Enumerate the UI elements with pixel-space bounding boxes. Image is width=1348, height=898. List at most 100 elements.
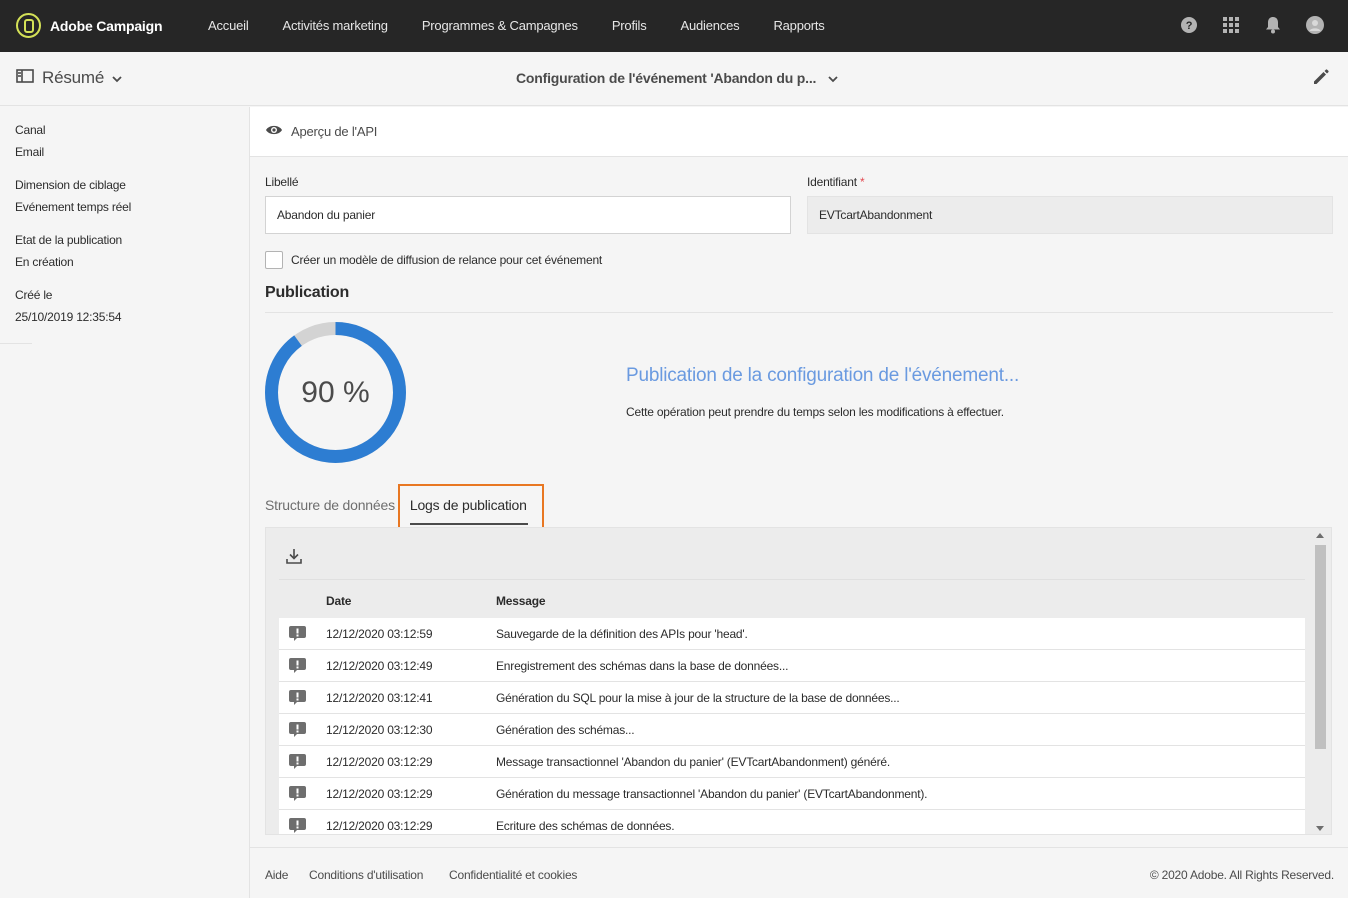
api-preview-label: Aperçu de l'API xyxy=(291,124,378,139)
relance-template-checkbox-row[interactable]: Créer un modèle de diffusion de relance … xyxy=(265,251,602,269)
warning-message-icon xyxy=(289,690,306,705)
publication-status-title: Publication de la configuration de l'évé… xyxy=(626,365,1020,386)
column-header-message[interactable]: Message xyxy=(496,594,545,608)
field-value: Email xyxy=(15,145,45,159)
field-dimension-ciblage: Dimension de ciblage Evénement temps rée… xyxy=(15,174,131,218)
warning-message-icon xyxy=(289,754,306,769)
copyright: © 2020 Adobe. All Rights Reserved. xyxy=(1149,868,1334,882)
log-message: Ecriture des schémas de données. xyxy=(496,819,675,833)
resume-label: Résumé xyxy=(42,68,105,87)
publication-logs-panel: Date Message 12/12/2020 03:12:59 Sauvegar… xyxy=(265,527,1332,835)
checkbox-label: Créer un modèle de diffusion de relance … xyxy=(291,253,603,267)
table-row[interactable]: 12/12/2020 03:12:29 Message transactionne… xyxy=(279,746,1305,778)
field-etat-publication: Etat de la publication En création xyxy=(15,229,122,273)
page-title-dropdown[interactable]: Configuration de l'événement 'Abandon du… xyxy=(516,70,838,86)
field-label: Etat de la publication xyxy=(15,233,123,247)
top-navigation-bar: Adobe Campaign Accueil Activités marketi… xyxy=(0,0,1348,52)
log-message: Sauvegarde de la définition des APIs pou… xyxy=(496,627,748,641)
log-message: Message transactionnel 'Abandon du panie… xyxy=(496,755,890,769)
log-message: Génération du SQL pour la mise à jour de… xyxy=(496,691,900,705)
tab-structure-donnees[interactable]: Structure de données xyxy=(265,485,395,521)
scrollbar-thumb[interactable] xyxy=(1315,545,1326,749)
summary-sidebar: Canal Email Dimension de ciblage Evéneme… xyxy=(0,107,250,898)
logs-table-header: Date Message xyxy=(279,579,1305,617)
field-value: Evénement temps réel xyxy=(15,200,132,214)
table-row[interactable]: 12/12/2020 03:12:49 Enregistrement des sc… xyxy=(279,650,1305,682)
download-icon[interactable] xyxy=(286,548,302,567)
divider xyxy=(265,312,1333,313)
column-header-date[interactable]: Date xyxy=(326,594,351,608)
progress-percent: 90 % xyxy=(301,375,370,409)
log-message: Enregistrement des schémas dans la base … xyxy=(496,659,789,673)
log-date: 12/12/2020 03:12:59 xyxy=(326,627,433,641)
log-date: 12/12/2020 03:12:49 xyxy=(326,659,433,673)
notifications-bell-icon[interactable] xyxy=(1264,16,1282,34)
help-icon[interactable]: ? xyxy=(1180,16,1198,34)
field-cree-le: Créé le 25/10/2019 12:35:54 xyxy=(15,284,122,328)
divider xyxy=(0,343,32,344)
warning-message-icon xyxy=(289,626,306,641)
chevron-down-icon xyxy=(112,68,122,88)
field-value: En création xyxy=(15,255,74,269)
table-row[interactable]: 12/12/2020 03:12:59 Sauvegarde de la défi… xyxy=(279,618,1305,650)
footer-link-conditions[interactable]: Conditions d'utilisation xyxy=(309,868,423,882)
scrollbar[interactable] xyxy=(1313,533,1326,831)
field-canal: Canal Email xyxy=(15,119,46,163)
adobe-campaign-logo-icon[interactable] xyxy=(16,13,41,38)
scroll-up-arrow-icon[interactable] xyxy=(1316,533,1324,538)
log-message: Génération du message transactionnel 'Ab… xyxy=(496,787,928,801)
required-asterisk: * xyxy=(859,175,865,189)
api-preview-button[interactable]: Aperçu de l'API xyxy=(250,107,1348,157)
nav-item-audiences[interactable]: Audiences xyxy=(681,0,740,52)
warning-message-icon xyxy=(289,722,306,737)
table-row[interactable]: 12/12/2020 03:12:29 Ecriture des schémas … xyxy=(279,810,1305,834)
log-message: Génération des schémas... xyxy=(496,723,635,737)
footer-link-confidentialite[interactable]: Confidentialité et cookies xyxy=(449,868,577,882)
sub-header: Résumé Configuration de l'événement 'Aba… xyxy=(0,52,1348,106)
table-row[interactable]: 12/12/2020 03:12:30 Génération des schéma… xyxy=(279,714,1305,746)
nav-item-rapports[interactable]: Rapports xyxy=(773,0,824,52)
scroll-down-arrow-icon[interactable] xyxy=(1316,826,1324,831)
top-icons: ? xyxy=(1180,16,1324,34)
publication-title: Publication xyxy=(265,284,350,301)
log-date: 12/12/2020 03:12:29 xyxy=(326,787,433,801)
table-row[interactable]: 12/12/2020 03:12:41 Génération du SQL pou… xyxy=(279,682,1305,714)
nav-item-accueil[interactable]: Accueil xyxy=(208,0,249,52)
field-label: Créé le xyxy=(15,288,53,302)
chevron-down-icon xyxy=(828,70,838,86)
page-title: Configuration de l'événement 'Abandon du… xyxy=(516,70,817,86)
nav-item-activites-marketing[interactable]: Activités marketing xyxy=(283,0,388,52)
field-label: Canal xyxy=(15,123,46,137)
app-name[interactable]: Adobe Campaign xyxy=(50,18,163,34)
identifiant-label-text: Identifiant xyxy=(807,175,857,189)
nav-item-programmes-campagnes[interactable]: Programmes & Campagnes xyxy=(422,0,578,52)
log-date: 12/12/2020 03:12:29 xyxy=(326,755,433,769)
main-content: Aperçu de l'API Libellé Abandon du panie… xyxy=(250,107,1348,847)
logs-table-body: 12/12/2020 03:12:59 Sauvegarde de la défi… xyxy=(279,618,1305,834)
log-date: 12/12/2020 03:12:30 xyxy=(326,723,433,737)
relance-template-checkbox[interactable] xyxy=(265,251,283,269)
footer: Aide Conditions d'utilisation Confidenti… xyxy=(250,847,1348,898)
eye-icon xyxy=(265,124,283,139)
libelle-input[interactable]: Abandon du panier xyxy=(265,196,791,234)
edit-pencil-icon[interactable] xyxy=(1312,68,1330,89)
apps-grid-icon[interactable] xyxy=(1222,16,1240,34)
warning-message-icon xyxy=(289,818,306,833)
field-value: 25/10/2019 12:35:54 xyxy=(15,310,122,324)
publication-status-description: Cette opération peut prendre du temps se… xyxy=(626,405,1004,419)
svg-text:?: ? xyxy=(1186,20,1193,32)
sidebar-toggle-icon xyxy=(16,68,34,88)
field-label: Dimension de ciblage xyxy=(15,178,126,192)
warning-message-icon xyxy=(289,786,306,801)
warning-message-icon xyxy=(289,658,306,673)
libelle-label: Libellé xyxy=(265,175,299,189)
log-date: 12/12/2020 03:12:29 xyxy=(326,819,433,833)
identifiant-input[interactable]: EVTcartAbandonment xyxy=(807,196,1333,234)
nav-item-profils[interactable]: Profils xyxy=(612,0,647,52)
table-row[interactable]: 12/12/2020 03:12:29 Génération du message… xyxy=(279,778,1305,810)
identifiant-label: Identifiant * xyxy=(807,175,865,189)
main-nav: Accueil Activités marketing Programmes &… xyxy=(208,0,859,52)
footer-link-aide[interactable]: Aide xyxy=(265,868,288,882)
user-avatar-icon[interactable] xyxy=(1306,16,1324,34)
resume-dropdown[interactable]: Résumé xyxy=(16,68,122,88)
